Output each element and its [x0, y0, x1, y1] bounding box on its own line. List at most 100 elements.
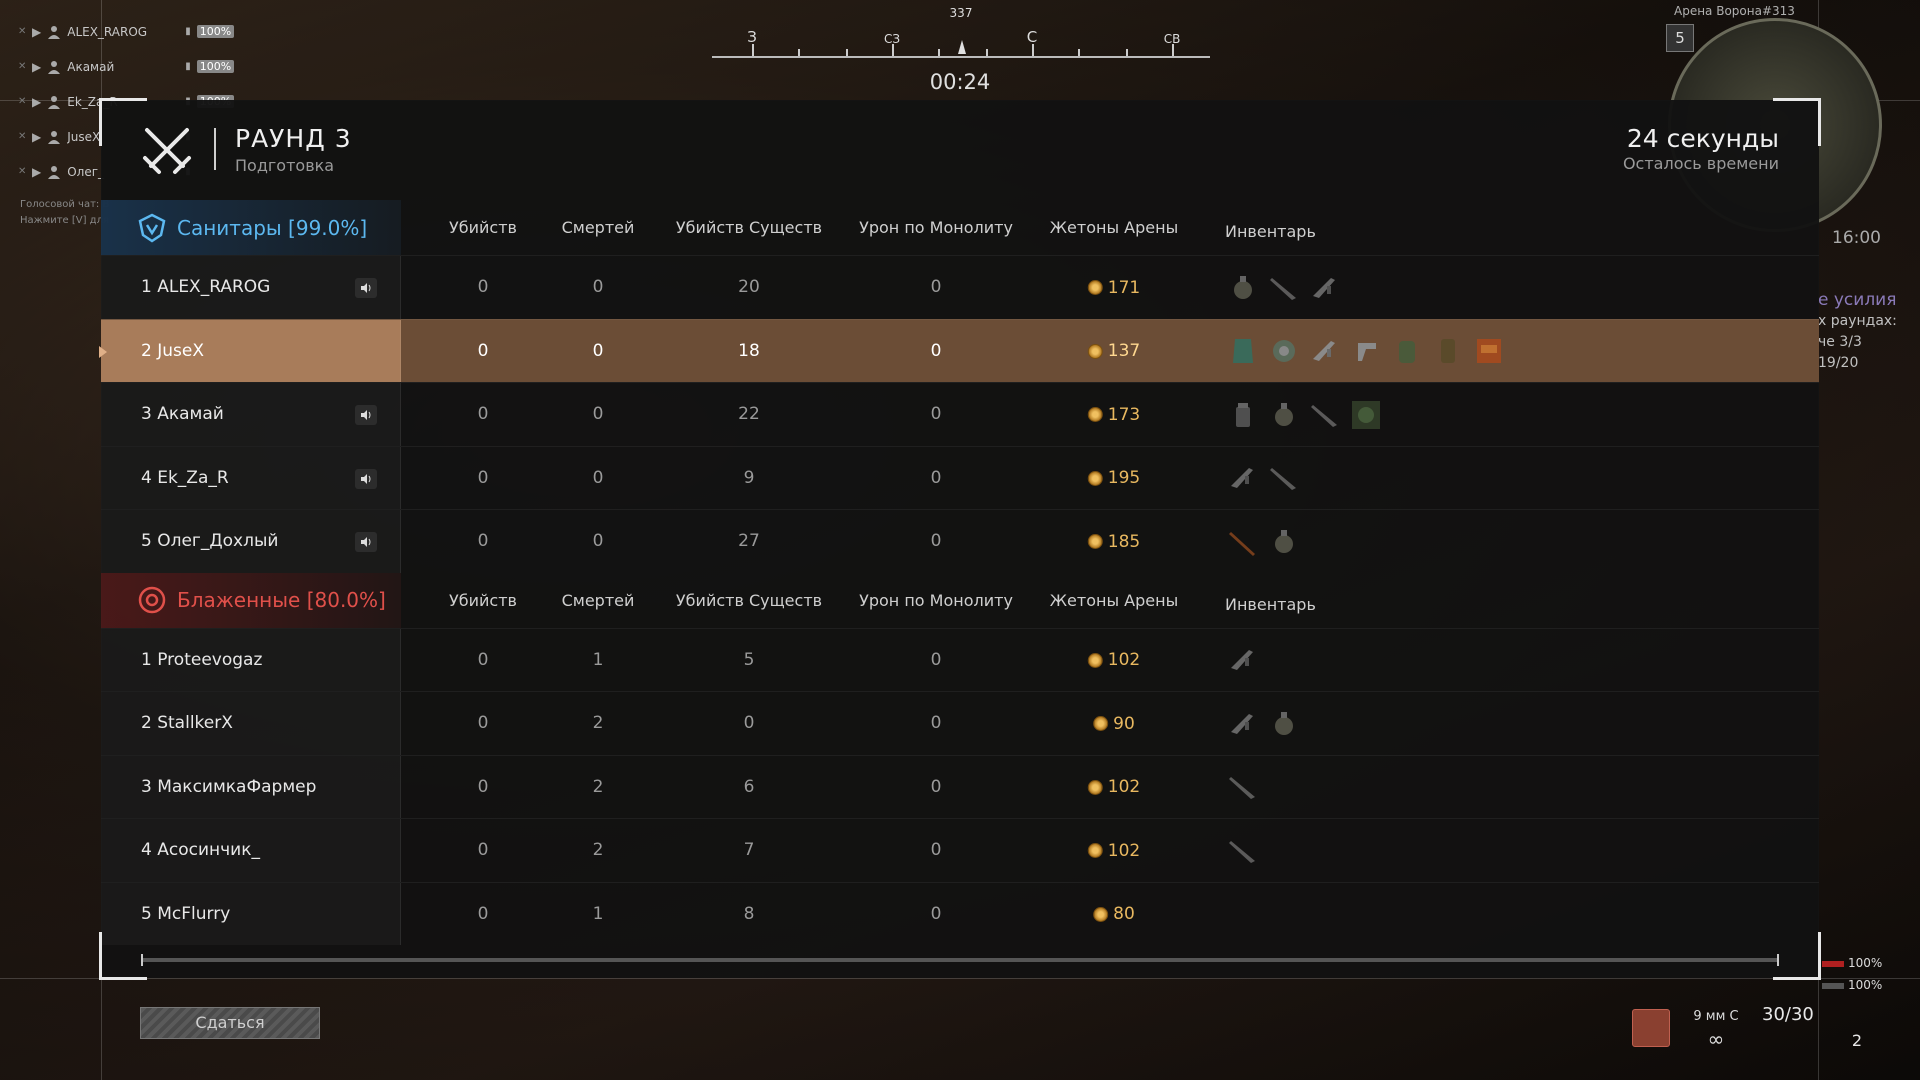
player-row[interactable]: 3 МаксимкаФармер 0 2 6 0 102	[101, 754, 1819, 819]
deaths-value: 0	[592, 467, 604, 488]
inventory-items	[1227, 320, 1505, 383]
deaths-value: 0	[592, 340, 604, 361]
column-arena-tokens: Жетоны Арены	[1049, 218, 1179, 237]
arena-tokens: 80	[1093, 883, 1135, 946]
monolith-damage-value: 0	[930, 840, 942, 860]
player-row[interactable]: 3 Акамай 0 0 22 0 173	[101, 382, 1819, 446]
scoreboard-header: РАУНД 3 Подготовка 24 секунды Осталось в…	[101, 100, 1819, 200]
mute-speaker-button[interactable]	[355, 278, 377, 298]
team-header: Блаженные [80.0%] Убийств Смертей Убийств С…	[101, 572, 1819, 628]
mute-speaker-button[interactable]	[355, 405, 377, 425]
backpack-icon[interactable]	[1391, 335, 1423, 367]
rifle-icon[interactable]	[1227, 644, 1259, 676]
token-coin-icon	[1087, 407, 1103, 422]
squad-member-health: 100%	[196, 25, 235, 38]
kills-value: 0	[477, 776, 489, 797]
surrender-button[interactable]: Сдаться	[140, 1007, 320, 1039]
arena-tokens: 137	[1087, 320, 1140, 383]
arena-tokens: 173	[1087, 383, 1140, 446]
player-row[interactable]: 1 ALEX_RAROG 0 0 20 0 171	[101, 255, 1819, 319]
player-row[interactable]: 5 McFlurry 0 1 8 0 80	[101, 881, 1819, 946]
jar-icon[interactable]	[1227, 399, 1259, 431]
time-remaining: 24 секунды	[1626, 124, 1779, 153]
player-name: 2 JuseX	[141, 340, 204, 361]
stamina-bar	[1822, 982, 1844, 989]
scoreboard-panel: РАУНД 3 Подготовка 24 секунды Осталось в…	[99, 98, 1821, 980]
grenade-icon[interactable]	[1268, 526, 1300, 558]
player-row[interactable]: 2 StallkerX 0 2 0 0 90	[101, 691, 1819, 755]
player-row[interactable]: 4 Асосинчик_ 0 2 7 0 102	[101, 818, 1819, 882]
rifle-icon[interactable]	[1227, 708, 1259, 740]
creature-kills-value: 22	[738, 404, 760, 424]
player-row[interactable]: 4 Ek_Za_R 0 0 9 0 195	[101, 445, 1819, 509]
knife-icon[interactable]	[1227, 835, 1259, 867]
player-row[interactable]: 1 Proteevogaz 0 1 5 0 102	[101, 627, 1819, 691]
close-icon[interactable]: ✕	[18, 96, 26, 107]
token-coin-icon	[1087, 470, 1103, 486]
column-inventory: Инвентарь	[1225, 222, 1316, 241]
arena-tokens: 171	[1087, 256, 1140, 319]
speaker-icon	[361, 410, 371, 420]
squad-member[interactable]: ✕ ▶ ALEX_RAROG ▮ 100%	[18, 14, 288, 49]
shotgun-icon[interactable]	[1227, 526, 1259, 558]
map-level-badge: 5	[1666, 24, 1694, 52]
horizontal-scrollbar[interactable]	[141, 954, 1779, 966]
rifle-icon[interactable]	[1309, 335, 1341, 367]
compass-tick	[846, 49, 848, 56]
close-icon[interactable]: ✕	[18, 131, 26, 142]
grenade-icon[interactable]	[1268, 399, 1300, 431]
deaths-value: 2	[592, 840, 604, 860]
arena-tokens-value: 195	[1107, 468, 1141, 488]
pistol-icon[interactable]	[1350, 335, 1382, 367]
monolith-damage-value: 0	[930, 277, 942, 297]
person-icon	[48, 60, 61, 74]
arena-tokens-value: 90	[1113, 713, 1135, 734]
mute-speaker-button[interactable]	[355, 532, 377, 552]
close-icon[interactable]: ✕	[18, 61, 26, 72]
arena-tokens-value: 185	[1107, 531, 1141, 552]
compass: 337 З СЗ С СВ	[712, 6, 1210, 70]
shield-icon[interactable]	[1268, 335, 1300, 367]
voice-hint-line-1: Голосовой чат: В	[20, 199, 110, 210]
close-icon[interactable]: ✕	[18, 166, 26, 177]
compass-tick	[798, 49, 800, 56]
mute-speaker-button[interactable]	[355, 468, 377, 489]
player-row[interactable]: 2 JuseX 0 0 18 0 137	[99, 318, 1819, 383]
arena-tokens-value: 102	[1107, 650, 1141, 670]
deaths-value: 0	[592, 531, 604, 551]
close-icon[interactable]: ✕	[18, 26, 26, 37]
health-indicator: 100% 100%	[1822, 952, 1882, 996]
player-row[interactable]: 5 Олег_Дохлый 0 0 27 0 185	[101, 509, 1819, 573]
medic-team-icon	[138, 213, 166, 243]
arena-tokens: 185	[1087, 510, 1141, 573]
artifact-box-icon[interactable]	[1350, 399, 1382, 431]
squad-member[interactable]: ✕ ▶ Акамай ▮ 100%	[18, 49, 288, 84]
compass-bearing: 337	[949, 6, 973, 20]
rifle-icon[interactable]	[1309, 272, 1341, 304]
monolith-damage-value: 0	[930, 649, 942, 670]
knife-icon[interactable]	[1268, 272, 1300, 304]
team-name-cell: Блаженные [80.0%]	[101, 572, 401, 628]
knife-icon[interactable]	[1268, 462, 1300, 494]
vest-icon[interactable]	[1227, 335, 1259, 367]
grenade-icon[interactable]	[1268, 708, 1300, 740]
squad-member-health: 100%	[196, 60, 235, 73]
knife-icon[interactable]	[1309, 399, 1341, 431]
person-icon	[48, 130, 61, 144]
team-name: Санитары [99.0%]	[177, 215, 368, 240]
infinity-icon: ∞	[1707, 1027, 1725, 1051]
grenade-icon[interactable]	[1227, 272, 1259, 304]
game-clock: 16:00	[1832, 228, 1881, 248]
canister-icon[interactable]	[1432, 335, 1464, 367]
deaths-value: 2	[592, 776, 604, 797]
signal-icon: ▮	[185, 26, 191, 37]
crate-icon[interactable]	[1473, 335, 1505, 367]
compass-scale	[712, 56, 1210, 58]
kills-value: 0	[477, 467, 489, 488]
arena-tokens: 102	[1087, 756, 1140, 819]
current-player-marker-icon	[99, 345, 107, 358]
token-coin-icon	[1087, 343, 1103, 359]
rifle-icon[interactable]	[1227, 462, 1259, 494]
inventory-items	[1227, 256, 1341, 319]
knife-icon[interactable]	[1227, 771, 1259, 803]
